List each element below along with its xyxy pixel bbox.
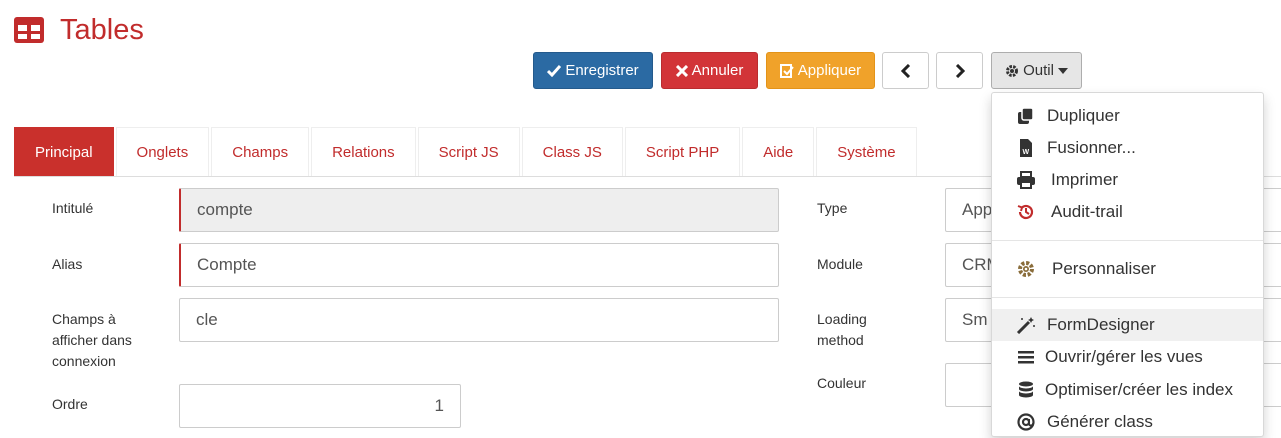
tab-class-js[interactable]: Class JS xyxy=(521,127,623,176)
loading-label-line: method xyxy=(817,332,864,348)
menu-item-personnaliser[interactable]: Personnaliser xyxy=(992,253,1263,285)
tab-principal[interactable]: Principal xyxy=(14,127,114,176)
ordre-label: Ordre xyxy=(52,396,88,412)
tab-relations[interactable]: Relations xyxy=(311,127,416,176)
database-icon xyxy=(1019,381,1033,398)
page-title: Tables xyxy=(60,14,144,46)
cancel-button[interactable]: Annuler xyxy=(661,52,758,89)
tab-systeme[interactable]: Système xyxy=(816,127,917,176)
gear-icon xyxy=(1006,64,1019,77)
tab-bar: Principal Onglets Champs Relations Scrip… xyxy=(14,127,919,176)
caret-down-icon xyxy=(1057,67,1068,74)
close-icon xyxy=(675,64,688,77)
menu-item-label: Générer class xyxy=(1047,412,1153,431)
menu-item-label: Dupliquer xyxy=(1047,106,1120,125)
tab-champs[interactable]: Champs xyxy=(211,127,310,176)
alias-label: Alias xyxy=(52,256,83,272)
champs-label-line: connexion xyxy=(52,353,116,369)
tools-button-label: Outil xyxy=(1023,62,1054,79)
svg-text:W: W xyxy=(1023,149,1030,156)
menu-item-imprimer[interactable]: Imprimer xyxy=(992,164,1263,196)
menu-item-label: Optimiser/créer les index xyxy=(1045,380,1234,399)
menu-item-generer-class[interactable]: Générer class xyxy=(992,406,1263,438)
loading-method-label: Loading method xyxy=(817,309,867,351)
apply-button[interactable]: Appliquer xyxy=(766,52,875,89)
table-icon xyxy=(14,17,44,43)
menu-item-formdesigner[interactable]: FormDesigner xyxy=(992,309,1263,341)
tools-button[interactable]: Outil xyxy=(991,52,1082,89)
list-icon xyxy=(1018,351,1034,364)
intitule-label: Intitulé xyxy=(52,200,94,216)
couleur-label: Couleur xyxy=(817,375,867,391)
menu-item-index[interactable]: Optimiser/créer les index xyxy=(992,374,1263,406)
champs-label: Champs à afficher dans connexion xyxy=(52,309,132,372)
history-icon xyxy=(1017,204,1034,220)
magic-wand-icon xyxy=(1016,317,1035,334)
menu-item-audit-trail[interactable]: Audit-trail xyxy=(992,196,1263,228)
champs-label-line: afficher dans xyxy=(52,332,132,348)
save-button[interactable]: Enregistrer xyxy=(533,52,653,89)
menu-item-label: Imprimer xyxy=(1051,170,1119,189)
chevron-right-icon xyxy=(955,63,965,78)
tab-script-js[interactable]: Script JS xyxy=(417,127,520,176)
menu-divider xyxy=(992,297,1263,298)
save-button-label: Enregistrer xyxy=(565,62,639,79)
menu-item-dupliquer[interactable]: Dupliquer xyxy=(992,100,1263,132)
tools-dropdown-menu: Dupliquer W Fusionner... Imprimer Audit-… xyxy=(991,92,1264,437)
chevron-left-icon xyxy=(900,63,910,78)
at-icon xyxy=(1017,413,1035,431)
cancel-button-label: Annuler xyxy=(691,62,744,79)
champs-field[interactable]: cle xyxy=(179,298,779,342)
print-icon xyxy=(1017,171,1035,189)
menu-divider xyxy=(992,240,1263,241)
menu-item-label: Personnaliser xyxy=(1052,259,1156,278)
menu-item-vues[interactable]: Ouvrir/gérer les vues xyxy=(992,341,1263,373)
menu-item-label: Audit-trail xyxy=(1051,202,1123,221)
champs-label-line: Champs à xyxy=(52,311,116,327)
tab-aide[interactable]: Aide xyxy=(742,127,815,176)
page-header: Tables xyxy=(14,12,144,48)
previous-button[interactable] xyxy=(882,52,929,89)
apply-button-label: Appliquer xyxy=(797,62,862,79)
copy-icon xyxy=(1018,107,1034,124)
word-file-icon: W xyxy=(1020,139,1032,157)
gear-icon xyxy=(1018,261,1034,277)
check-icon xyxy=(547,64,562,77)
ordre-field[interactable]: 1 xyxy=(179,384,461,428)
tab-onglets[interactable]: Onglets xyxy=(115,127,210,176)
next-button[interactable] xyxy=(936,52,983,89)
menu-item-fusionner[interactable]: W Fusionner... xyxy=(992,132,1263,164)
alias-field[interactable]: Compte xyxy=(179,243,779,287)
loading-label-line: Loading xyxy=(817,311,867,327)
menu-item-label: Ouvrir/gérer les vues xyxy=(1045,347,1203,366)
apply-icon xyxy=(779,63,794,78)
menu-item-label: FormDesigner xyxy=(1047,315,1155,334)
intitule-field[interactable]: compte xyxy=(179,188,779,232)
tab-script-php[interactable]: Script PHP xyxy=(624,127,741,176)
type-label: Type xyxy=(817,200,848,216)
module-label: Module xyxy=(817,256,863,272)
menu-item-label: Fusionner... xyxy=(1047,138,1136,157)
